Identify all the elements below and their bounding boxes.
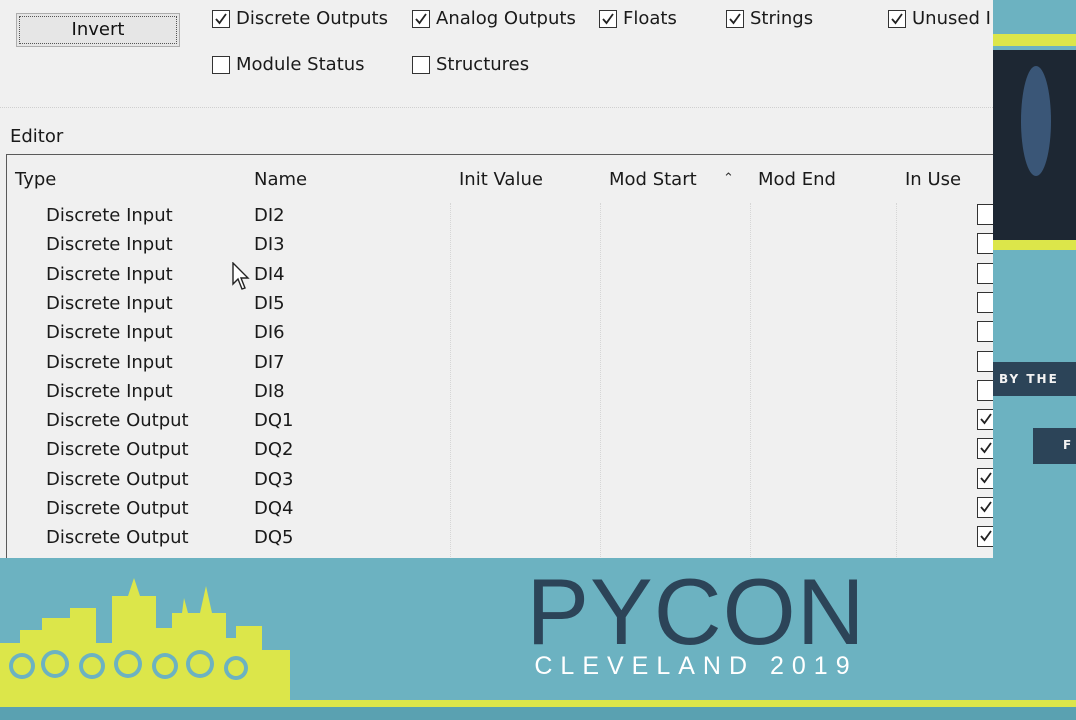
filter-label: Unused I: [912, 8, 991, 29]
checkbox-box[interactable]: [412, 55, 430, 74]
column-header-mod-end[interactable]: Mod End: [758, 169, 836, 190]
filter-structures-checkbox[interactable]: Structures: [412, 54, 529, 75]
cell-name[interactable]: DI5: [254, 293, 285, 314]
checkbox-box[interactable]: [212, 55, 230, 74]
filter-label: Module Status: [236, 54, 365, 75]
column-header-in-use[interactable]: In Use: [905, 169, 961, 190]
chevron-up-icon: ⌃: [723, 171, 734, 186]
editor-grid[interactable]: Type Name Init Value Mod Start ⌃ Mod End…: [6, 154, 993, 558]
in-use-checkbox[interactable]: [977, 467, 993, 489]
table-row[interactable]: Discrete Input DI4: [7, 262, 993, 291]
cell-type: Discrete Input: [46, 380, 173, 402]
table-row[interactable]: Discrete Output DQ1: [7, 408, 993, 437]
table-row[interactable]: Discrete Output DQ5: [7, 525, 993, 554]
in-use-checkbox[interactable]: [977, 497, 993, 518]
filter-floats-checkbox[interactable]: Floats: [599, 8, 677, 29]
table-row[interactable]: Discrete Output DQ4: [7, 496, 993, 525]
in-use-checkbox[interactable]: [977, 438, 993, 460]
in-use-checkbox[interactable]: [977, 409, 993, 431]
filter-label: Structures: [436, 54, 530, 75]
pycon-banner: PYCON CLEVELAND 2019: [0, 558, 1076, 720]
column-header-name[interactable]: Name: [254, 169, 307, 190]
filter-unused-checkbox[interactable]: Unused I: [888, 8, 991, 29]
column-header-init-value[interactable]: Init Value: [459, 169, 543, 190]
checkbox-box[interactable]: [599, 9, 617, 28]
mouse-pointer-icon: [232, 262, 250, 290]
invert-button[interactable]: Invert: [16, 13, 180, 47]
editor-group-title: Editor: [10, 126, 64, 147]
filter-module-status-checkbox[interactable]: Module Status: [212, 54, 365, 75]
flag-text: F: [1063, 438, 1074, 452]
table-row[interactable]: Discrete Input DI5: [7, 291, 993, 320]
cell-type: Discrete Input: [46, 322, 173, 344]
cleveland-skyline-logo: [0, 578, 290, 708]
yellow-stripe: [993, 240, 1076, 250]
cell-name[interactable]: DQ1: [254, 410, 293, 431]
in-use-checkbox[interactable]: [977, 262, 993, 284]
in-use-checkbox[interactable]: [977, 350, 993, 372]
cell-name[interactable]: DI3: [254, 234, 285, 255]
in-use-checkbox[interactable]: [977, 526, 993, 548]
cell-name[interactable]: DQ5: [254, 527, 293, 548]
pycon-side-panel: BY THE F: [993, 0, 1076, 558]
cell-type: Discrete Output: [46, 468, 189, 490]
speaker-image: [1021, 66, 1051, 176]
in-use-checkbox[interactable]: [977, 379, 993, 401]
cell-type: Discrete Output: [46, 439, 189, 461]
table-row[interactable]: Discrete Output DQ3: [7, 467, 993, 496]
cell-name[interactable]: DQ4: [254, 498, 293, 519]
in-use-checkbox[interactable]: [977, 204, 993, 225]
cell-type: Discrete Output: [46, 410, 189, 432]
cell-type: Discrete Input: [46, 205, 173, 226]
divider: [0, 107, 993, 108]
column-header-mod-start[interactable]: Mod Start: [609, 169, 697, 190]
cell-type: Discrete Output: [46, 527, 189, 549]
checkbox-box[interactable]: [726, 9, 744, 28]
sponsor-text: BY THE: [999, 372, 1059, 386]
filter-analog-outputs-checkbox[interactable]: Analog Outputs: [412, 8, 576, 29]
filter-strings-checkbox[interactable]: Strings: [726, 8, 813, 29]
cell-name[interactable]: DI8: [254, 381, 285, 402]
in-use-checkbox[interactable]: [977, 321, 993, 343]
filter-discrete-outputs-checkbox[interactable]: Discrete Outputs: [212, 8, 388, 29]
cell-type: Discrete Input: [46, 263, 173, 285]
cell-name[interactable]: DQ2: [254, 439, 293, 460]
checkbox-box[interactable]: [888, 9, 906, 28]
cell-name[interactable]: DI2: [254, 205, 285, 226]
cell-name[interactable]: DQ3: [254, 469, 293, 490]
pycon-subtitle: CLEVELAND 2019: [534, 652, 858, 680]
filter-label: Floats: [623, 8, 677, 29]
in-use-checkbox[interactable]: [977, 233, 993, 255]
checkbox-box[interactable]: [212, 9, 230, 28]
yellow-stripe: [993, 34, 1076, 46]
banner-footer: [0, 707, 1076, 720]
column-header-type[interactable]: Type: [15, 169, 56, 190]
table-row[interactable]: Discrete Input DI3: [7, 232, 993, 261]
cell-type: Discrete Output: [46, 498, 189, 519]
cell-type: Discrete Input: [46, 351, 173, 373]
plc-tag-editor-window: Invert Discrete Outputs Analog Outputs F…: [0, 0, 993, 558]
cell-type: Discrete Input: [46, 234, 173, 256]
table-row[interactable]: Discrete Input DI2: [7, 203, 993, 232]
cell-type: Discrete Input: [46, 292, 173, 314]
checkbox-box[interactable]: [412, 9, 430, 28]
cell-name[interactable]: DI4: [254, 264, 285, 285]
cell-name[interactable]: DI7: [254, 352, 285, 373]
pycon-title: PYCON: [526, 559, 866, 664]
in-use-checkbox[interactable]: [977, 291, 993, 313]
filter-label: Discrete Outputs: [236, 8, 388, 29]
table-row[interactable]: Discrete Input DI6: [7, 320, 993, 349]
table-row[interactable]: Discrete Input DI7: [7, 350, 993, 379]
table-row[interactable]: Discrete Output DQ2: [7, 437, 993, 466]
table-row[interactable]: Discrete Input DI8: [7, 379, 993, 408]
cell-name[interactable]: DI6: [254, 322, 285, 343]
yellow-stripe: [0, 700, 1076, 707]
filter-label: Analog Outputs: [436, 8, 576, 29]
filter-label: Strings: [750, 8, 814, 29]
